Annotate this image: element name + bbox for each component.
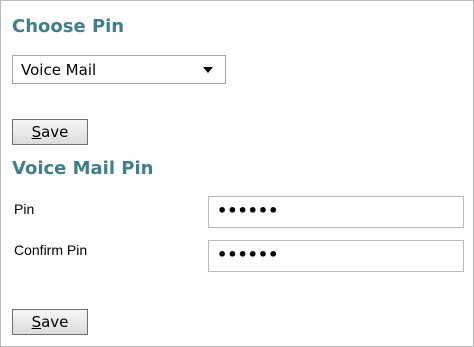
save-label-rest: ave [41, 123, 69, 141]
choose-pin-save-button[interactable]: Save [12, 119, 88, 145]
voice-mail-pin-save-button[interactable]: Save [12, 309, 88, 335]
confirm-pin-masked-value: •••••• [217, 245, 279, 264]
pin-password-field[interactable]: •••••• [208, 196, 464, 228]
choose-pin-heading: Choose Pin [12, 16, 125, 37]
save-accesskey-letter: S [31, 123, 42, 141]
save-label-rest: ave [41, 313, 69, 331]
pin-type-select[interactable]: Voice Mail [12, 55, 226, 84]
pin-label: Pin [14, 201, 35, 217]
chevron-down-icon[interactable] [203, 67, 213, 73]
pin-type-selected-value: Voice Mail [21, 61, 97, 79]
confirm-pin-label: Confirm Pin [14, 242, 88, 258]
confirm-pin-password-field[interactable]: •••••• [208, 240, 464, 272]
pin-masked-value: •••••• [217, 201, 279, 220]
save-accesskey-letter: S [31, 313, 42, 331]
voice-mail-pin-heading: Voice Mail Pin [12, 158, 154, 179]
